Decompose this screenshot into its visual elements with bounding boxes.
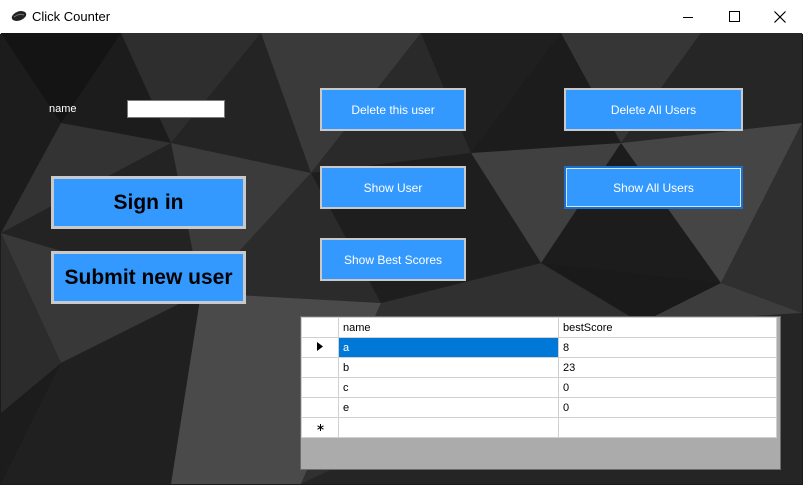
maximize-icon (728, 11, 740, 22)
close-button[interactable] (757, 0, 803, 33)
new-row[interactable] (301, 417, 777, 438)
maximize-button[interactable] (711, 0, 757, 33)
cell-bestscore[interactable]: 0 (558, 377, 777, 398)
name-label: name (49, 103, 77, 115)
cell-bestscore[interactable]: 23 (558, 357, 777, 378)
table-row[interactable]: a 8 (301, 337, 777, 358)
table-row[interactable]: b 23 (301, 357, 777, 378)
cell-name[interactable]: c (338, 377, 559, 398)
cell-name[interactable]: b (338, 357, 559, 378)
row-header[interactable] (301, 337, 339, 358)
show-best-scores-button[interactable]: Show Best Scores (320, 238, 466, 281)
delete-all-users-button[interactable]: Delete All Users (564, 88, 743, 131)
row-header[interactable] (301, 377, 339, 398)
window-title: Click Counter (32, 9, 111, 24)
minimize-button[interactable] (665, 0, 711, 33)
name-input[interactable] (127, 100, 225, 118)
cell-bestscore[interactable]: 0 (558, 397, 777, 418)
table-row[interactable]: e 0 (301, 397, 777, 418)
row-header[interactable] (301, 417, 339, 438)
new-row-asterisk-icon (316, 423, 324, 431)
users-data-grid[interactable]: name bestScore a 8 b 23 c 0 e 0 (300, 316, 781, 470)
title-bar: Click Counter (0, 0, 803, 34)
grid-header-row: name bestScore (301, 317, 777, 338)
minimize-icon (683, 16, 693, 18)
cell-name[interactable] (338, 417, 559, 438)
show-all-users-button[interactable]: Show All Users (564, 166, 743, 209)
cell-bestscore[interactable]: 8 (558, 337, 777, 358)
grid-corner-header[interactable] (301, 317, 339, 338)
column-header-bestscore[interactable]: bestScore (558, 317, 777, 338)
current-row-arrow-icon (317, 341, 323, 351)
cell-bestscore[interactable] (558, 417, 777, 438)
row-header[interactable] (301, 357, 339, 378)
column-header-name[interactable]: name (338, 317, 559, 338)
app-icon (11, 11, 27, 21)
cell-name[interactable]: a (338, 337, 559, 358)
cell-name[interactable]: e (338, 397, 559, 418)
row-header[interactable] (301, 397, 339, 418)
grid-table: name bestScore a 8 b 23 c 0 e 0 (301, 317, 777, 438)
submit-new-user-button[interactable]: Submit new user (51, 251, 246, 304)
table-row[interactable]: c 0 (301, 377, 777, 398)
form-client-area: name Sign in Submit new user Delete this… (1, 33, 802, 484)
show-user-button[interactable]: Show User (320, 166, 466, 209)
close-icon (774, 10, 786, 23)
delete-this-user-button[interactable]: Delete this user (320, 88, 466, 131)
sign-in-button[interactable]: Sign in (51, 176, 246, 229)
